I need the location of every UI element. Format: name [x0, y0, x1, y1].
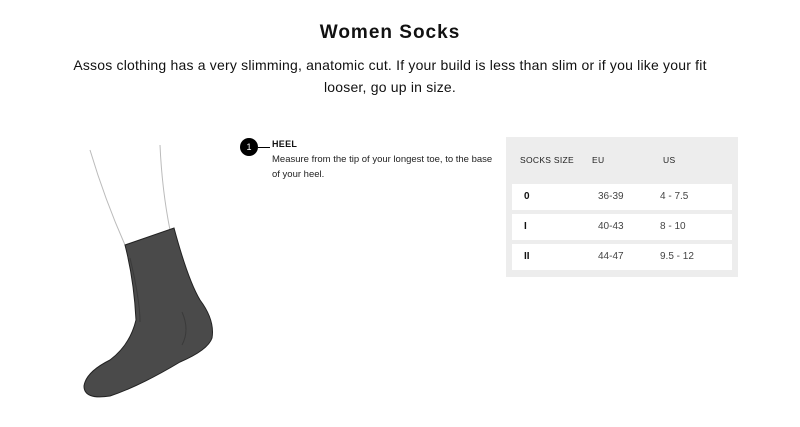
heel-number-badge: 1 — [240, 138, 258, 156]
cell-size: II — [524, 251, 530, 262]
page-subtitle: Assos clothing has a very slimming, anat… — [73, 57, 707, 95]
cell-us: 4 - 7.5 — [660, 191, 689, 202]
sock-illustration — [83, 144, 213, 398]
cell-size: I — [524, 221, 527, 232]
cell-eu: 44-47 — [598, 251, 624, 262]
header-us: US — [663, 155, 676, 165]
header-eu: EU — [592, 155, 605, 165]
cell-eu: 36-39 — [598, 191, 624, 202]
size-table: SOCKS SIZE EU US 0 36-39 4 - 7.5 I 40-43… — [506, 137, 738, 277]
cell-eu: 40-43 — [598, 221, 624, 232]
table-row: 0 36-39 4 - 7.5 — [512, 184, 732, 210]
table-row: II 44-47 9.5 - 12 — [512, 244, 732, 270]
cell-size: 0 — [524, 191, 530, 202]
heel-pointer-line — [258, 147, 270, 148]
size-table-header: SOCKS SIZE EU US — [506, 137, 738, 181]
heel-description: Measure from the tip of your longest toe… — [272, 154, 493, 180]
page-title: Women Socks — [319, 22, 461, 43]
cell-us: 9.5 - 12 — [660, 251, 694, 262]
header-socks-size: SOCKS SIZE — [520, 155, 575, 165]
heel-title: HEEL — [272, 139, 298, 149]
table-row: I 40-43 8 - 10 — [512, 214, 732, 240]
cell-us: 8 - 10 — [660, 221, 686, 232]
